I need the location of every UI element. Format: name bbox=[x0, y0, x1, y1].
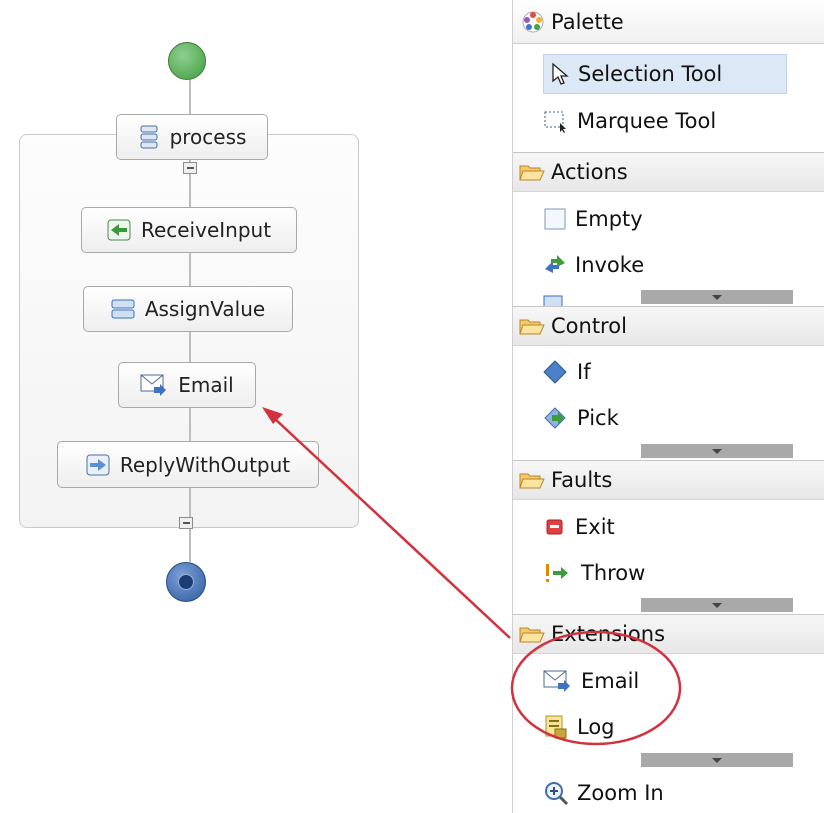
drawer-label: Control bbox=[551, 314, 627, 338]
throw-icon bbox=[546, 564, 568, 582]
reply-icon bbox=[86, 454, 110, 475]
email-icon bbox=[543, 670, 570, 692]
palette-panel: Palette Selection Tool Marquee Tool Acti… bbox=[512, 0, 824, 813]
activity-label: AssignValue bbox=[144, 297, 266, 321]
palette-item-log[interactable]: Log bbox=[543, 707, 615, 747]
item-label: Pick bbox=[577, 406, 619, 430]
drawer-scroll-button[interactable] bbox=[641, 598, 793, 612]
pick-icon bbox=[544, 407, 566, 429]
palette-header[interactable]: Palette bbox=[513, 0, 824, 44]
palette-item-throw[interactable]: Throw bbox=[543, 553, 645, 593]
diamond-icon bbox=[543, 360, 567, 384]
flow-connector bbox=[189, 253, 191, 288]
folder-icon bbox=[519, 473, 545, 489]
drawer-scroll-button[interactable] bbox=[641, 753, 793, 767]
start-event[interactable] bbox=[168, 42, 206, 80]
activity-receive-input[interactable]: ReceiveInput bbox=[81, 207, 297, 253]
activity-reply-with-output[interactable]: ReplyWithOutput bbox=[57, 441, 319, 488]
drawer-label: Actions bbox=[551, 160, 628, 184]
exit-icon bbox=[546, 519, 563, 535]
drawer-extensions-header[interactable]: Extensions bbox=[513, 614, 824, 654]
palette-item-invoke[interactable]: Invoke bbox=[543, 245, 644, 285]
flow-connector bbox=[189, 78, 191, 118]
tool-label: Marquee Tool bbox=[577, 109, 717, 133]
collapse-toggle[interactable] bbox=[183, 162, 197, 174]
flow-connector bbox=[189, 332, 191, 364]
assign-icon bbox=[111, 299, 135, 319]
item-label: Throw bbox=[581, 561, 646, 585]
activity-label: ReceiveInput bbox=[140, 218, 272, 242]
palette-item-exit[interactable]: Exit bbox=[543, 507, 615, 547]
zoom-in-icon bbox=[545, 782, 569, 806]
scope-icon bbox=[140, 125, 158, 149]
process-scope-node[interactable]: process bbox=[116, 114, 268, 160]
receive-icon bbox=[107, 219, 131, 241]
palette-item-if[interactable]: If bbox=[543, 352, 591, 392]
drawer-control-header[interactable]: Control bbox=[513, 306, 824, 346]
collapse-toggle[interactable] bbox=[179, 517, 193, 529]
drawer-scroll-button[interactable] bbox=[641, 444, 793, 458]
process-canvas[interactable]: process ReceiveInput AssignValue Email R… bbox=[0, 0, 512, 813]
item-label: Log bbox=[577, 715, 615, 739]
scope-label: process bbox=[169, 125, 247, 149]
email-icon bbox=[140, 374, 167, 396]
tool-label: Selection Tool bbox=[578, 62, 723, 86]
tool-label: Zoom In bbox=[577, 781, 664, 805]
selection-tool[interactable]: Selection Tool bbox=[543, 54, 787, 94]
activity-label: ReplyWithOutput bbox=[119, 452, 291, 477]
empty-icon bbox=[544, 208, 566, 230]
zoom-in-tool[interactable]: Zoom In bbox=[543, 773, 664, 813]
log-icon bbox=[545, 715, 567, 739]
palette-item-pick[interactable]: Pick bbox=[543, 398, 619, 438]
palette-icon bbox=[522, 11, 544, 32]
item-label: Exit bbox=[575, 515, 615, 539]
flow-connector bbox=[189, 408, 191, 442]
drawer-label: Faults bbox=[551, 468, 613, 492]
folder-icon bbox=[519, 165, 545, 181]
activity-email[interactable]: Email bbox=[118, 362, 256, 408]
activity-label: Email bbox=[178, 373, 234, 397]
end-event[interactable] bbox=[166, 562, 206, 602]
drawer-scroll-button[interactable] bbox=[641, 290, 793, 304]
palette-item-email[interactable]: Email bbox=[543, 661, 639, 701]
item-label: Invoke bbox=[575, 253, 645, 277]
drawer-label: Extensions bbox=[551, 622, 666, 646]
drawer-actions-header[interactable]: Actions bbox=[513, 152, 824, 192]
marquee-icon bbox=[544, 111, 566, 133]
item-label: Empty bbox=[575, 207, 643, 231]
invoke-icon bbox=[545, 255, 565, 273]
activity-assign-value[interactable]: AssignValue bbox=[83, 286, 293, 332]
palette-item-empty[interactable]: Empty bbox=[543, 199, 643, 239]
palette-title: Palette bbox=[551, 9, 624, 34]
drawer-faults-header[interactable]: Faults bbox=[513, 460, 824, 500]
item-label: Email bbox=[581, 669, 640, 693]
folder-icon bbox=[519, 627, 545, 643]
marquee-tool[interactable]: Marquee Tool bbox=[543, 101, 716, 141]
arrow-pointer-icon bbox=[552, 62, 569, 85]
folder-icon bbox=[519, 319, 545, 335]
item-label: If bbox=[577, 360, 591, 384]
